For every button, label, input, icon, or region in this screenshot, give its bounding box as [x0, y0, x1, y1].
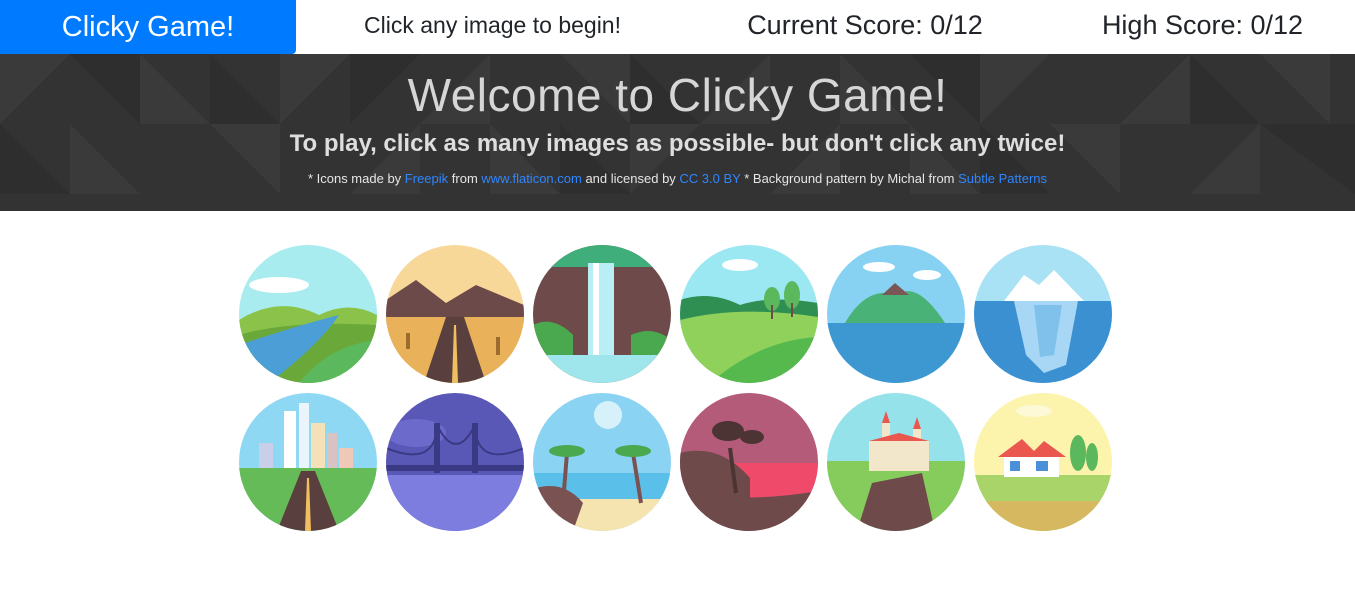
current-score: Current Score: 0/12 [747, 9, 983, 40]
high-score: High Score: 0/12 [1101, 9, 1304, 40]
landscape-iceberg-icon [974, 245, 1112, 383]
landscape-river-icon [239, 245, 377, 383]
image-tile-waterfall[interactable] [533, 245, 671, 383]
image-tile-iceberg[interactable] [974, 245, 1112, 383]
credits-from: from [451, 171, 478, 186]
game-message: Click any image to begin! [364, 11, 621, 38]
landscape-waterfall-icon [533, 245, 671, 383]
credits-prefix: * Icons made by [307, 171, 402, 186]
freepik-link[interactable]: Freepik [405, 171, 448, 186]
landscape-hills-icon [680, 245, 818, 383]
image-tile-sunset-tree[interactable] [680, 393, 818, 531]
credits-background: * Background pattern by Michal from [744, 171, 955, 186]
image-tile-island[interactable] [827, 245, 965, 383]
image-tile-bridge-night[interactable] [386, 393, 524, 531]
landscape-city-icon [239, 393, 377, 531]
instructions: To play, click as many images as possibl… [289, 130, 1066, 157]
brand-title[interactable]: Clicky Game! [0, 0, 296, 54]
landscape-sunset-icon [680, 393, 818, 531]
image-tile-green-hills[interactable] [680, 245, 818, 383]
landscape-desert-icon [386, 245, 524, 383]
navbar: Clicky Game! Click any image to begin! C… [0, 0, 1355, 54]
subtle-patterns-link[interactable]: Subtle Patterns [958, 171, 1047, 186]
image-tile-castle-cliff[interactable] [827, 393, 965, 531]
landscape-house-icon [974, 393, 1112, 531]
image-tile-city-road[interactable] [239, 393, 377, 531]
image-tile-country-house[interactable] [974, 393, 1112, 531]
credits-licensed: and licensed by [585, 171, 676, 186]
jumbotron: Welcome to Clicky Game! To play, click a… [0, 54, 1355, 211]
credits: * Icons made by Freepik from www.flatico… [0, 171, 1355, 186]
landscape-bridge-icon [386, 393, 524, 531]
landscape-beach-icon [533, 393, 671, 531]
landscape-castle-icon [827, 393, 965, 531]
license-link[interactable]: CC 3.0 BY [679, 171, 740, 186]
image-tile-river-valley[interactable] [239, 245, 377, 383]
image-tile-palm-beach[interactable] [533, 393, 671, 531]
landscape-island-icon [827, 245, 965, 383]
image-tile-desert-road[interactable] [386, 245, 524, 383]
flaticon-link[interactable]: www.flaticon.com [481, 171, 581, 186]
page-title: Welcome to Clicky Game! [407, 69, 948, 121]
